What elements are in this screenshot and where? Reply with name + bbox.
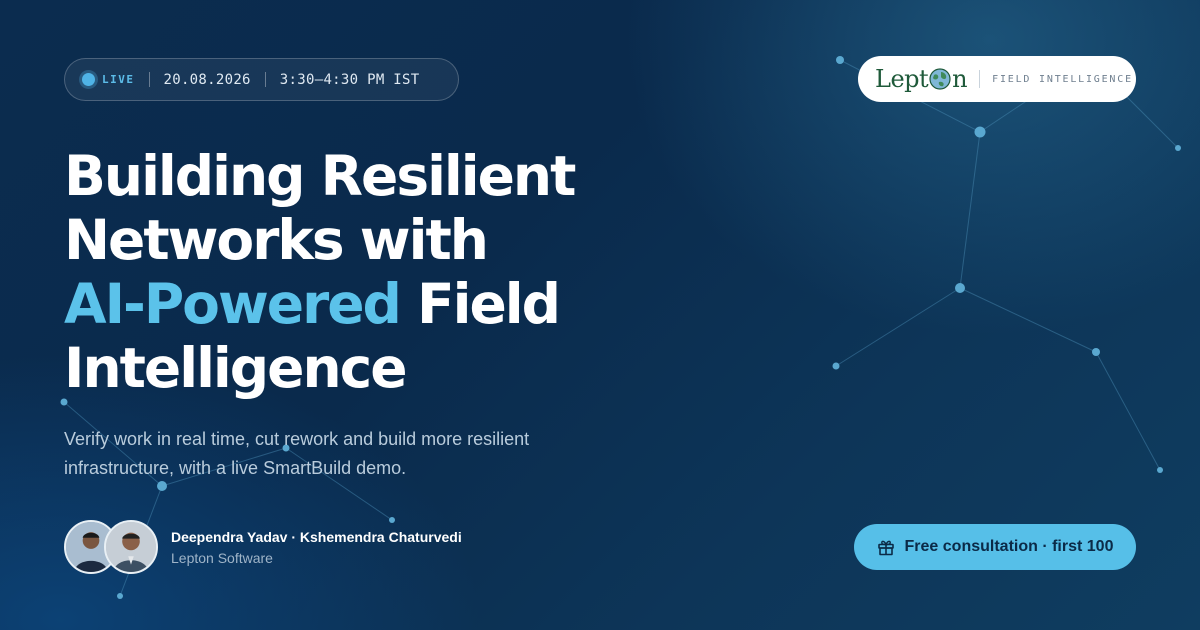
free-consultation-button[interactable]: Free consultation · first 100 [854, 524, 1136, 570]
headline-line-1: Building Resilient [64, 144, 576, 208]
logo-divider [979, 70, 981, 88]
event-info-pill: LIVE 20.08.2026 3:30–4:30 PM IST [64, 58, 459, 101]
cta-label: Free consultation · first 100 [904, 538, 1114, 555]
headline-accent: AI-Powered [64, 272, 402, 336]
live-label: LIVE [102, 73, 135, 86]
globe-icon [929, 68, 951, 90]
headline-line-2: Networks with [64, 208, 489, 272]
event-time: 3:30–4:30 PM IST [279, 71, 420, 88]
headline-line-4: Intelligence [64, 336, 408, 400]
gift-icon [877, 540, 894, 556]
event-date: 20.08.2026 [163, 71, 251, 88]
person-photo-icon [106, 522, 156, 572]
banner-canvas: LIVE 20.08.2026 3:30–4:30 PM IST Lept n … [0, 0, 1200, 630]
logo-word-suffix: n [952, 65, 968, 93]
pill-divider [148, 72, 150, 87]
lepton-logo-pill: Lept n FIELD INTELLIGENCE [858, 56, 1136, 102]
pill-divider [264, 72, 266, 87]
speaker-avatars [64, 520, 160, 574]
logo-word-prefix: Lept [875, 65, 929, 93]
lepton-logo: Lept n [875, 65, 968, 93]
headline-line-3: Field [399, 272, 561, 336]
avatar [104, 520, 158, 574]
subtitle: Verify work in real time, cut rework and… [64, 429, 530, 478]
speaker-company: Lepton Software [171, 550, 273, 566]
speaker-names: Deependra Yadav · Kshemendra Chaturvedi [171, 529, 462, 545]
live-indicator-icon [82, 73, 95, 86]
logo-tagline: FIELD INTELLIGENCE [992, 73, 1133, 85]
headline: Building Resilient Networks with AI-Powe… [64, 144, 624, 400]
